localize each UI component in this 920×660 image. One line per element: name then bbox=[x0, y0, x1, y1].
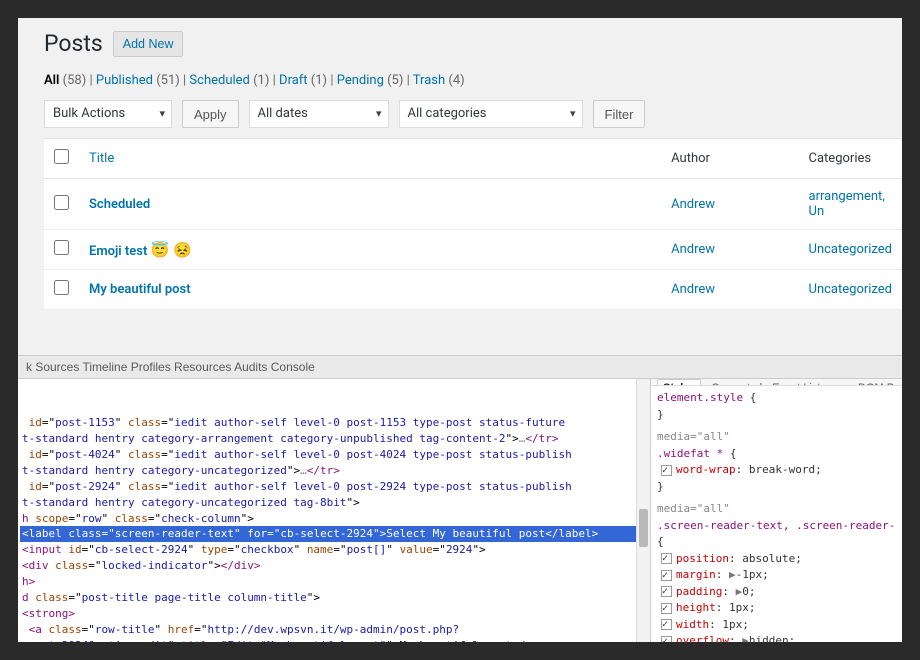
filter-scheduled[interactable]: Scheduled bbox=[189, 73, 253, 88]
table-row: Emoji test 😇 😣 Andrew Uncategorized bbox=[44, 230, 902, 270]
devtools-styles-body[interactable]: element.style {}media="all".widefat * {w… bbox=[651, 386, 902, 642]
table-row: Scheduled Andrew arrangement, Un bbox=[44, 179, 902, 230]
select-all-checkbox[interactable] bbox=[54, 149, 69, 164]
filter-count: (1) bbox=[311, 73, 327, 88]
devtools-styles-tabs[interactable]: StylesComputedEvent ListenersDOM Br bbox=[651, 379, 902, 386]
post-title-link[interactable]: Emoji test bbox=[89, 244, 151, 259]
bulk-actions-select[interactable]: Bulk Actions bbox=[44, 100, 172, 128]
table-row: My beautiful post Andrew Uncategorized bbox=[44, 270, 902, 310]
filter-published[interactable]: Published bbox=[96, 73, 156, 88]
emoji-icon: 😇 😣 bbox=[151, 241, 192, 259]
page-title: Posts bbox=[44, 30, 103, 57]
filter-trash[interactable]: Trash bbox=[413, 73, 449, 88]
column-title[interactable]: Title bbox=[79, 139, 661, 179]
column-author[interactable]: Author bbox=[661, 139, 798, 179]
apply-button[interactable]: Apply bbox=[182, 100, 239, 128]
categories-select[interactable]: All categories bbox=[399, 100, 583, 128]
filter-draft[interactable]: Draft bbox=[279, 73, 311, 88]
filter-count: (4) bbox=[448, 73, 464, 88]
filter-count: (5) bbox=[387, 73, 403, 88]
filter-button[interactable]: Filter bbox=[593, 100, 646, 128]
author-link[interactable]: Andrew bbox=[671, 197, 715, 212]
filter-pending[interactable]: Pending bbox=[337, 73, 387, 88]
category-link[interactable]: arrangement, Un bbox=[809, 189, 885, 219]
category-link[interactable]: Uncategorized bbox=[809, 282, 892, 297]
row-checkbox[interactable] bbox=[54, 195, 69, 210]
category-link[interactable]: Uncategorized bbox=[809, 242, 892, 257]
filter-all[interactable]: All bbox=[44, 73, 63, 88]
post-title-link[interactable]: My beautiful post bbox=[89, 282, 191, 297]
add-new-button[interactable]: Add New bbox=[113, 31, 184, 57]
post-status-filters: All (58) | Published (51) | Scheduled (1… bbox=[44, 73, 902, 88]
filter-count: (58) bbox=[63, 73, 87, 88]
devtools-styles-panel: StylesComputedEvent ListenersDOM Br elem… bbox=[650, 379, 902, 642]
devtools-panel: k Sources Timeline Profiles Resources Au… bbox=[18, 355, 902, 642]
row-checkbox[interactable] bbox=[54, 280, 69, 295]
filter-count: (1) bbox=[253, 73, 269, 88]
row-checkbox[interactable] bbox=[54, 240, 69, 255]
styles-tab-styles[interactable]: Styles bbox=[657, 379, 701, 386]
column-categories[interactable]: Categories bbox=[799, 139, 902, 179]
devtools-toolbar[interactable]: k Sources Timeline Profiles Resources Au… bbox=[18, 355, 902, 379]
filter-count: (51) bbox=[156, 73, 180, 88]
post-title-link[interactable]: Scheduled bbox=[89, 197, 150, 212]
tablenav-top: Bulk Actions Apply All dates All categor… bbox=[44, 100, 902, 128]
devtools-elements-panel[interactable]: id="post-1153" class="iedit author-self … bbox=[18, 379, 650, 642]
devtools-scrollbar[interactable] bbox=[636, 379, 650, 642]
posts-table: Title Author Categories Scheduled Andrew a… bbox=[44, 138, 902, 310]
author-link[interactable]: Andrew bbox=[671, 282, 715, 297]
author-link[interactable]: Andrew bbox=[671, 242, 715, 257]
wp-admin-panel: Posts Add New All (58) | Published (51) … bbox=[18, 18, 902, 355]
dates-select[interactable]: All dates bbox=[249, 100, 389, 128]
